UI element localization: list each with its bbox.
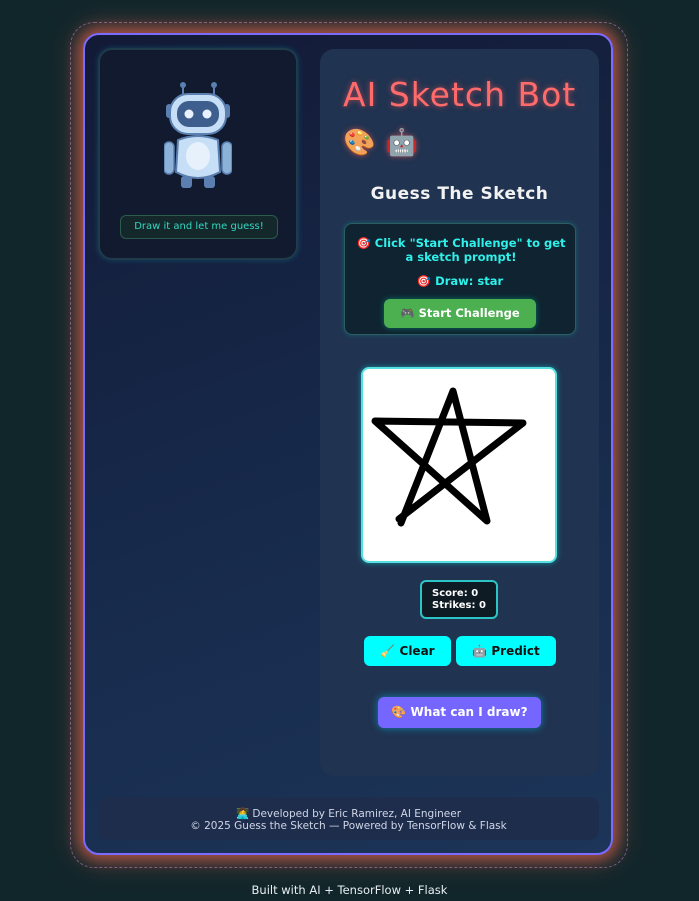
score-box: Score: 0 Strikes: 0 [420, 580, 498, 619]
draw-prompt: 🎯 Draw: star [416, 274, 504, 288]
subtitle: Guess The Sketch [370, 184, 549, 204]
predict-button[interactable]: 🤖 Predict [456, 636, 556, 666]
palette-robot-icons: 🎨 🤖 [343, 128, 420, 158]
star-sketch [371, 387, 527, 527]
strikes-value: Strikes: 0 [432, 600, 486, 611]
sketch-canvas[interactable] [361, 367, 557, 563]
what-can-i-draw-button[interactable]: 🎨 What can I draw? [378, 697, 541, 728]
bot-panel: Draw it and let me guess! [98, 48, 298, 260]
bot-caption: Draw it and let me guess! [120, 215, 278, 239]
robot-icon [164, 82, 232, 188]
score-value: Score: 0 [432, 588, 479, 599]
developer-credit: 👩‍💻 Developed by Eric Ramirez, AI Engine… [235, 808, 462, 820]
prompt-instruction: 🎯 Click "Start Challenge" to get a sketc… [356, 236, 566, 264]
footer: 👩‍💻 Developed by Eric Ramirez, AI Engine… [98, 797, 599, 840]
title-text: AI Sketch Bot [343, 75, 577, 114]
clear-button[interactable]: 🧹 Clear [364, 636, 451, 666]
prompt-box: 🎯 Click "Start Challenge" to get a sketc… [344, 223, 576, 335]
start-challenge-button[interactable]: 🎮 Start Challenge [384, 299, 536, 328]
page-title: AI Sketch Bot 🎨 🤖 [343, 72, 583, 166]
copyright: © 2025 Guess the Sketch — Powered by Ten… [190, 820, 507, 832]
built-with-text: Built with AI + TensorFlow + Flask [251, 883, 448, 897]
